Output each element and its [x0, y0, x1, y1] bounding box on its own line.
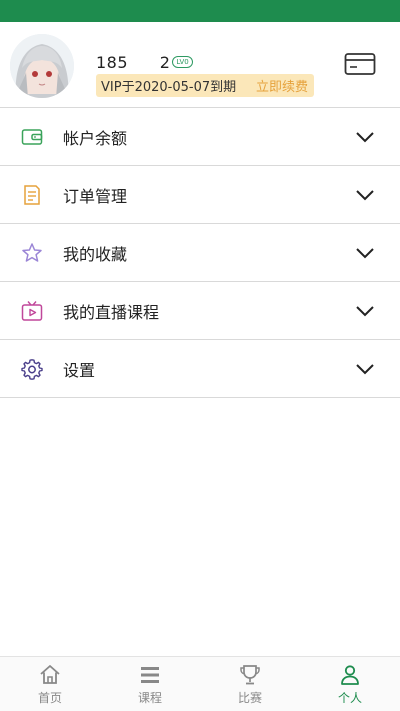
tab-personal[interactable]: 个人 — [300, 657, 400, 711]
level-badge: LV0 — [172, 56, 193, 68]
wallet-icon — [21, 128, 43, 145]
menu-item-order-management[interactable]: 订单管理 — [0, 166, 400, 224]
menu-item-label: 订单管理 — [63, 186, 128, 206]
vip-expiry-text: VIP于2020-05-07到期 — [101, 80, 237, 95]
menu-item-label: 帐户余额 — [63, 128, 128, 148]
gear-icon — [21, 358, 43, 380]
tab-label: 首页 — [37, 691, 62, 705]
renew-button[interactable]: 立即续费 — [256, 76, 308, 95]
tab-label: 比赛 — [237, 691, 262, 705]
home-icon — [40, 665, 60, 684]
person-icon — [341, 665, 359, 685]
tab-home[interactable]: 首页 — [0, 657, 100, 711]
profile-header: 185 2 LV0 VIP于2020-05-07到期 立即续费 — [0, 22, 400, 108]
avatar[interactable] — [10, 34, 74, 98]
bottom-tab-bar: 首页 课程 比赛 个人 — [0, 656, 400, 711]
chevron-down-icon — [356, 189, 374, 200]
menu-item-label: 设置 — [63, 360, 96, 380]
menu-item-favorites[interactable]: 我的收藏 — [0, 224, 400, 282]
tab-label: 个人 — [337, 691, 362, 705]
menu-item-settings[interactable]: 设置 — [0, 340, 400, 398]
menu-item-live-courses[interactable]: 我的直播课程 — [0, 282, 400, 340]
avatar-image — [10, 34, 74, 98]
status-bar — [0, 0, 400, 22]
chevron-down-icon — [356, 363, 374, 374]
vip-status-bar: VIP于2020-05-07到期 立即续费 — [96, 74, 314, 97]
tv-icon — [21, 300, 43, 321]
list-icon — [141, 667, 159, 683]
trophy-icon — [240, 665, 260, 685]
tab-competitions[interactable]: 比赛 — [200, 657, 300, 711]
star-icon — [22, 242, 42, 262]
menu-item-account-balance[interactable]: 帐户余额 — [0, 108, 400, 166]
menu-item-label: 我的直播课程 — [63, 302, 160, 322]
order-list-icon — [24, 184, 40, 205]
menu-list: 帐户余额 订单管理 我的收藏 我的直播课程 设置 — [0, 107, 400, 398]
card-icon[interactable] — [344, 52, 376, 76]
chevron-down-icon — [356, 247, 374, 258]
tab-label: 课程 — [137, 691, 162, 705]
tab-courses[interactable]: 课程 — [100, 657, 200, 711]
username-row: 185 2 LV0 — [96, 52, 193, 72]
chevron-down-icon — [356, 131, 374, 142]
menu-item-label: 我的收藏 — [63, 244, 128, 264]
username: 185 2 — [96, 52, 171, 72]
chevron-down-icon — [356, 305, 374, 316]
